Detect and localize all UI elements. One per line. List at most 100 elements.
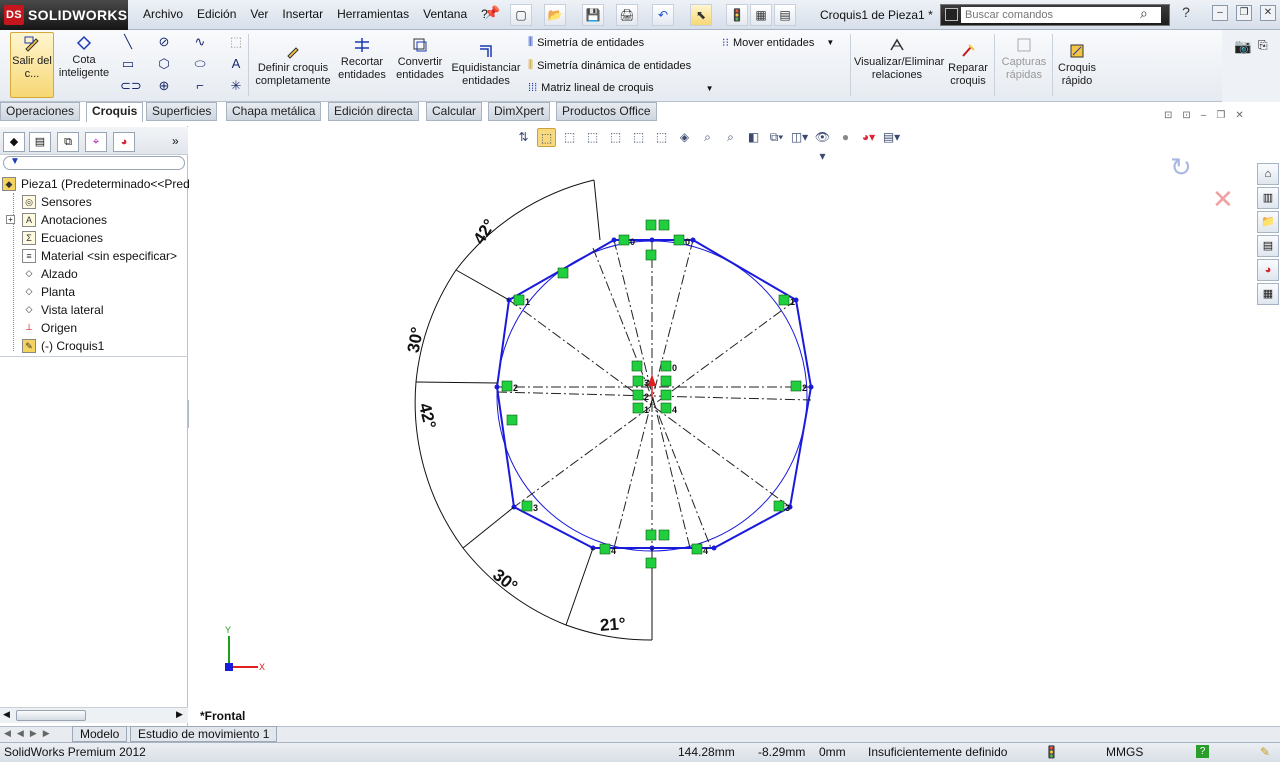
tab-productos-office[interactable]: Productos Office xyxy=(556,102,657,121)
minimize-doc-icon[interactable]: – xyxy=(1201,110,1207,121)
repair-label: Reparar croquis xyxy=(948,62,988,87)
search-icon[interactable]: ⌕ xyxy=(1140,5,1148,22)
scroll-right-icon[interactable]: ▶ xyxy=(176,709,183,720)
menu-edicion[interactable]: Edición xyxy=(190,7,243,21)
notifications-icon[interactable]: ✎ xyxy=(1260,745,1270,759)
tab-modelo[interactable]: Modelo xyxy=(72,726,128,742)
select-button[interactable]: ⬉ xyxy=(690,4,712,26)
panel-expand-icon[interactable]: » xyxy=(172,134,179,148)
print-button[interactable]: 🖨 xyxy=(616,4,638,26)
tab-chapa-metalica[interactable]: Chapa metálica xyxy=(226,102,322,121)
dimxpert-tab-icon[interactable]: ⌖ xyxy=(85,132,107,152)
menu-ver[interactable]: Ver xyxy=(243,7,275,21)
fully-define-button[interactable]: Definir croquis completamente xyxy=(252,42,334,88)
rebuild-status-icon[interactable]: 🚦 xyxy=(1044,745,1059,759)
quick-snaps-button[interactable]: Capturas rápidas xyxy=(998,36,1050,82)
status-units[interactable]: MMGS xyxy=(1106,745,1143,759)
help-icon[interactable]: ? xyxy=(1178,5,1194,21)
tile-icon[interactable]: ⊡ xyxy=(1164,110,1172,121)
pin-icon[interactable]: 📌 xyxy=(484,5,502,23)
centerline-icon[interactable]: ✳ xyxy=(228,78,244,94)
polygon-icon[interactable]: ⬡ xyxy=(156,56,172,72)
close-doc-icon[interactable]: ✕ xyxy=(1235,110,1243,121)
tab-superficies[interactable]: Superficies xyxy=(146,102,218,121)
feature-manager-tab-icon[interactable]: ◆ xyxy=(3,132,25,152)
search-input[interactable] xyxy=(961,7,1161,23)
ellipse-icon[interactable]: ⬭ xyxy=(192,56,208,72)
menu-ventana[interactable]: Ventana xyxy=(416,7,474,21)
tree-filter-input[interactable]: ▼ xyxy=(3,156,185,170)
tree-item-sensores[interactable]: ◎ Sensores xyxy=(22,193,92,211)
line-icon[interactable]: ╲ xyxy=(120,34,136,50)
restore-doc-icon[interactable]: ❐ xyxy=(1216,110,1225,121)
fillet-icon[interactable]: ⌐ xyxy=(192,78,208,94)
display-manager-tab-icon[interactable]: ◕ xyxy=(113,132,135,152)
display-relations-button[interactable]: Visualizar/Eliminar relaciones xyxy=(854,36,944,82)
tab-operaciones[interactable]: Operaciones xyxy=(0,102,81,121)
close-button[interactable]: ✕ xyxy=(1260,5,1276,21)
menu-insertar[interactable]: Insertar xyxy=(275,7,330,21)
tab-dimxpert[interactable]: DimXpert xyxy=(488,102,551,121)
trim-entities-button[interactable]: Recortar entidades xyxy=(336,36,388,82)
tree-item-anotaciones[interactable]: A Anotaciones xyxy=(22,211,107,229)
tab-calcular[interactable]: Calcular xyxy=(426,102,483,121)
new-document-button[interactable]: ▢ xyxy=(510,4,532,26)
tab-croquis[interactable]: Croquis xyxy=(86,102,144,122)
convert-entities-button[interactable]: Convertir entidades xyxy=(392,36,448,82)
circle-icon[interactable]: ⊘ xyxy=(156,34,172,50)
smart-dimension-button[interactable]: Cota inteligente xyxy=(56,34,112,94)
sketch-canvas[interactable] xyxy=(189,122,1280,726)
repair-sketch-button[interactable]: Reparar croquis xyxy=(944,42,992,88)
point-icon[interactable]: ⊕ xyxy=(156,78,172,94)
tree-item-origen[interactable]: ⊥ Origen xyxy=(22,319,77,337)
tab-estudio-movimiento[interactable]: Estudio de movimiento 1 xyxy=(130,726,278,742)
text-icon[interactable]: A xyxy=(228,56,244,72)
property-manager-tab-icon[interactable]: ▤ xyxy=(29,132,51,152)
horizontal-scrollbar[interactable]: ◀ ▶ xyxy=(0,707,188,723)
linear-pattern-button[interactable]: ⁞⁞⁞ Matriz lineal de croquis ▼ xyxy=(528,82,714,94)
grid-icon[interactable]: ⬚ xyxy=(228,34,244,50)
tree-item-croquis1[interactable]: ✎ (-) Croquis1 xyxy=(22,337,104,355)
offset-entities-button[interactable]: Equidistanciar entidades xyxy=(450,42,522,88)
file-properties-button[interactable]: ▦ xyxy=(750,4,772,26)
options-button[interactable]: ▤ xyxy=(774,4,796,26)
open-button[interactable]: 📂 xyxy=(544,4,566,26)
tab-navigation-arrows[interactable]: ◀◀▶▶ xyxy=(4,728,56,739)
tile-icon[interactable]: ⊡ xyxy=(1182,110,1190,121)
tree-item-ecuaciones[interactable]: Σ Ecuaciones xyxy=(22,229,103,247)
restore-button[interactable]: ❐ xyxy=(1236,5,1252,21)
solidworks-logo[interactable]: DS SOLIDWORKS xyxy=(0,0,128,30)
ribbon-separator xyxy=(850,34,851,96)
minimize-button[interactable]: – xyxy=(1212,5,1228,21)
chevron-down-icon[interactable]: ▼ xyxy=(826,38,834,47)
undo-button[interactable]: ↶ xyxy=(652,4,674,26)
exit-sketch-button[interactable]: Salir del c... xyxy=(10,32,54,98)
slot-icon[interactable]: ⊂⊃ xyxy=(120,78,142,94)
status-help-icon[interactable]: ? xyxy=(1196,745,1209,758)
menu-archivo[interactable]: Archivo xyxy=(136,7,190,21)
tree-item-material[interactable]: ≡ Material <sin especificar> xyxy=(22,247,177,265)
camera-icon[interactable]: 📷 xyxy=(1234,38,1251,55)
expand-ribbon-icon[interactable]: ⎘ xyxy=(1258,38,1268,53)
configuration-manager-tab-icon[interactable]: ⧉ xyxy=(57,132,79,152)
angle-dimension[interactable]: 21° xyxy=(599,614,626,636)
tab-edicion-directa[interactable]: Edición directa xyxy=(328,102,419,121)
expand-annotations-icon[interactable]: + xyxy=(6,215,15,224)
scroll-left-icon[interactable]: ◀ xyxy=(3,709,10,720)
scroll-thumb[interactable] xyxy=(16,710,86,721)
tree-item-alzado[interactable]: ◇ Alzado xyxy=(22,265,78,283)
tree-item-vista-lateral[interactable]: ◇ Vista lateral xyxy=(22,301,103,319)
mirror-entities-button[interactable]: ⫼ Simetría de entidades xyxy=(528,36,644,49)
tree-item-pieza1[interactable]: ◆ Pieza1 (Predeterminado<<Pred xyxy=(2,175,190,193)
rapid-sketch-button[interactable]: Croquis rápido xyxy=(1054,42,1100,88)
move-entities-button[interactable]: ⁝⁝ Mover entidades ▼ xyxy=(722,36,834,50)
chevron-down-icon[interactable]: ▼ xyxy=(706,84,714,93)
tree-item-planta[interactable]: ◇ Planta xyxy=(22,283,75,301)
rectangle-icon[interactable]: ▭ xyxy=(120,56,136,72)
relations-icon xyxy=(890,38,904,51)
dynamic-mirror-button[interactable]: ⫼ Simetría dinámica de entidades xyxy=(528,59,691,72)
menu-herramientas[interactable]: Herramientas xyxy=(330,7,416,21)
rebuild-button[interactable]: 🚦 xyxy=(726,4,748,26)
spline-icon[interactable]: ∿ xyxy=(192,34,208,50)
save-button[interactable]: 💾 xyxy=(582,4,604,26)
